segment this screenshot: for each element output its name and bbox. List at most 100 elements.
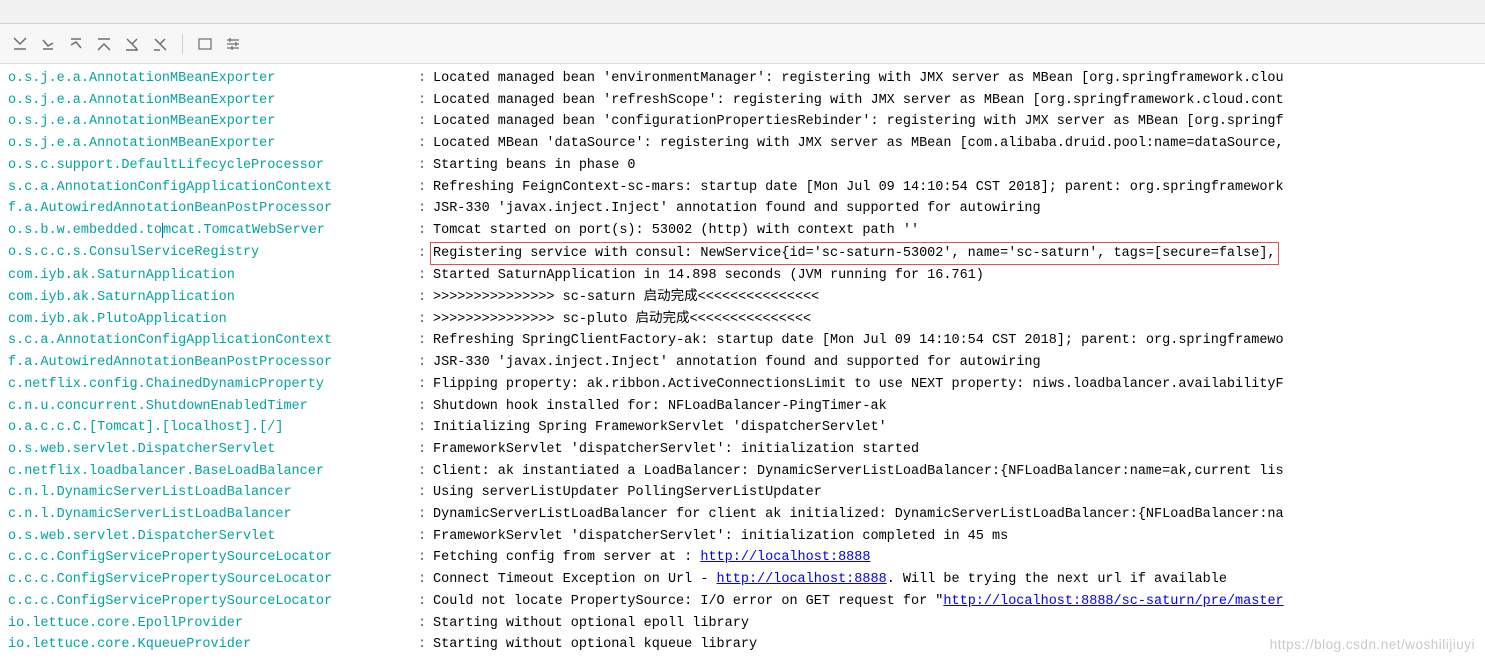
scroll-up-left-icon[interactable] bbox=[66, 34, 86, 54]
logger-name: c.netflix.loadbalancer.BaseLoadBalancer bbox=[8, 461, 418, 483]
separator: : bbox=[418, 220, 433, 242]
separator: : bbox=[418, 111, 433, 133]
logger-name: s.c.a.AnnotationConfigApplicationContext bbox=[8, 330, 418, 352]
separator: : bbox=[418, 198, 433, 220]
separator: : bbox=[418, 396, 433, 418]
log-message: Started SaturnApplication in 14.898 seco… bbox=[433, 268, 984, 283]
log-row: o.s.web.servlet.DispatcherServlet:Framew… bbox=[8, 526, 1477, 548]
separator: : bbox=[418, 177, 433, 199]
log-message: >>>>>>>>>>>>>>> sc-saturn 启动完成<<<<<<<<<<… bbox=[433, 290, 819, 305]
logger-name: o.s.j.e.a.AnnotationMBeanExporter bbox=[8, 68, 418, 90]
url-link[interactable]: http://localhost:8888 bbox=[717, 572, 887, 587]
separator: : bbox=[418, 569, 433, 591]
separator: : bbox=[418, 504, 433, 526]
logger-name: c.n.u.concurrent.ShutdownEnabledTimer bbox=[8, 396, 418, 418]
separator: : bbox=[418, 461, 433, 483]
log-row: o.s.j.e.a.AnnotationMBeanExporter:Locate… bbox=[8, 90, 1477, 112]
log-message: Client: ak instantiated a LoadBalancer: … bbox=[433, 464, 1284, 479]
logger-name: f.a.AutowiredAnnotationBeanPostProcessor bbox=[8, 352, 418, 374]
scroll-to-end-icon[interactable] bbox=[10, 34, 30, 54]
logger-name: o.s.b.w.embedded.tomcat.TomcatWebServer bbox=[8, 220, 418, 242]
logger-name: com.iyb.ak.SaturnApplication bbox=[8, 287, 418, 309]
log-message: Initializing Spring FrameworkServlet 'di… bbox=[433, 420, 887, 435]
log-message: Located MBean 'dataSource': registering … bbox=[433, 136, 1284, 151]
scroll-to-top-icon[interactable] bbox=[94, 34, 114, 54]
log-row: f.a.AutowiredAnnotationBeanPostProcessor… bbox=[8, 352, 1477, 374]
log-message: Connect Timeout Exception on Url - http:… bbox=[433, 572, 1227, 587]
separator: : bbox=[418, 68, 433, 90]
log-row: io.lettuce.core.EpollProvider:Starting w… bbox=[8, 613, 1477, 635]
watermark: https://blog.csdn.net/woshilijiuyi bbox=[1270, 634, 1475, 656]
separator: : bbox=[418, 330, 433, 352]
log-row: io.lettuce.core.KqueueProvider:Starting … bbox=[8, 634, 1477, 656]
log-row: com.iyb.ak.PlutoApplication:>>>>>>>>>>>>… bbox=[8, 309, 1477, 331]
toolbar-separator bbox=[182, 34, 183, 54]
log-message: Using serverListUpdater PollingServerLis… bbox=[433, 485, 822, 500]
separator: : bbox=[418, 591, 433, 613]
logger-name: io.lettuce.core.EpollProvider bbox=[8, 613, 418, 635]
separator: : bbox=[418, 287, 433, 309]
logger-name: s.c.a.AnnotationConfigApplicationContext bbox=[8, 177, 418, 199]
logger-name: o.s.web.servlet.DispatcherServlet bbox=[8, 439, 418, 461]
logger-name: c.netflix.config.ChainedDynamicProperty bbox=[8, 374, 418, 396]
settings-icon[interactable] bbox=[223, 34, 243, 54]
separator: : bbox=[418, 155, 433, 177]
logger-name: c.c.c.ConfigServicePropertySourceLocator bbox=[8, 547, 418, 569]
scroll-down-icon[interactable] bbox=[38, 34, 58, 54]
log-row: o.s.j.e.a.AnnotationMBeanExporter:Locate… bbox=[8, 68, 1477, 90]
logger-name: io.lettuce.core.KqueueProvider bbox=[8, 634, 418, 656]
separator: : bbox=[418, 482, 433, 504]
clear-icon[interactable] bbox=[122, 34, 142, 54]
soft-wrap-icon[interactable] bbox=[195, 34, 215, 54]
separator: : bbox=[418, 613, 433, 635]
url-link[interactable]: http://localhost:8888/sc-saturn/pre/mast… bbox=[943, 594, 1283, 609]
separator: : bbox=[418, 374, 433, 396]
log-row: c.netflix.loadbalancer.BaseLoadBalancer:… bbox=[8, 461, 1477, 483]
logger-name: o.s.c.support.DefaultLifecycleProcessor bbox=[8, 155, 418, 177]
log-message: Starting without optional epoll library bbox=[433, 616, 749, 631]
log-row: o.s.b.w.embedded.tomcat.TomcatWebServer:… bbox=[8, 220, 1477, 242]
log-row: f.a.AutowiredAnnotationBeanPostProcessor… bbox=[8, 198, 1477, 220]
separator: : bbox=[418, 309, 433, 331]
log-message: Located managed bean 'configurationPrope… bbox=[433, 114, 1284, 129]
log-row: o.s.c.c.s.ConsulServiceRegistry:Register… bbox=[8, 242, 1477, 266]
log-row: com.iyb.ak.SaturnApplication:Started Sat… bbox=[8, 265, 1477, 287]
logger-name: c.c.c.ConfigServicePropertySourceLocator bbox=[8, 591, 418, 613]
log-row: com.iyb.ak.SaturnApplication:>>>>>>>>>>>… bbox=[8, 287, 1477, 309]
log-row: c.n.u.concurrent.ShutdownEnabledTimer:Sh… bbox=[8, 396, 1477, 418]
log-message: FrameworkServlet 'dispatcherServlet': in… bbox=[433, 529, 1008, 544]
log-row: c.c.c.ConfigServicePropertySourceLocator… bbox=[8, 569, 1477, 591]
log-row: o.s.j.e.a.AnnotationMBeanExporter:Locate… bbox=[8, 111, 1477, 133]
logger-name: com.iyb.ak.PlutoApplication bbox=[8, 309, 418, 331]
log-message: Tomcat started on port(s): 53002 (http) … bbox=[433, 223, 919, 238]
separator: : bbox=[418, 133, 433, 155]
log-message: >>>>>>>>>>>>>>> sc-pluto 启动完成<<<<<<<<<<<… bbox=[433, 312, 811, 327]
log-message: Refreshing SpringClientFactory-ak: start… bbox=[433, 333, 1284, 348]
console-output[interactable]: o.s.j.e.a.AnnotationMBeanExporter:Locate… bbox=[0, 64, 1485, 660]
log-message: Could not locate PropertySource: I/O err… bbox=[433, 594, 1284, 609]
logger-name: o.s.c.c.s.ConsulServiceRegistry bbox=[8, 242, 418, 264]
tabs-bar bbox=[0, 0, 1485, 24]
log-row: c.c.c.ConfigServicePropertySourceLocator… bbox=[8, 591, 1477, 613]
log-row: o.s.c.support.DefaultLifecycleProcessor:… bbox=[8, 155, 1477, 177]
log-message: Shutdown hook installed for: NFLoadBalan… bbox=[433, 399, 887, 414]
log-message: DynamicServerListLoadBalancer for client… bbox=[433, 507, 1284, 522]
logger-name: c.c.c.ConfigServicePropertySourceLocator bbox=[8, 569, 418, 591]
log-message: Fetching config from server at : http://… bbox=[433, 550, 870, 565]
export-icon[interactable] bbox=[150, 34, 170, 54]
logger-name: o.s.j.e.a.AnnotationMBeanExporter bbox=[8, 90, 418, 112]
separator: : bbox=[418, 90, 433, 112]
logger-name: c.n.l.DynamicServerListLoadBalancer bbox=[8, 482, 418, 504]
separator: : bbox=[418, 634, 433, 656]
separator: : bbox=[418, 417, 433, 439]
log-row: c.netflix.config.ChainedDynamicProperty:… bbox=[8, 374, 1477, 396]
separator: : bbox=[418, 352, 433, 374]
log-message: Starting beans in phase 0 bbox=[433, 158, 636, 173]
log-message: JSR-330 'javax.inject.Inject' annotation… bbox=[433, 201, 1041, 216]
separator: : bbox=[418, 265, 433, 287]
log-message: Registering service with consul: NewServ… bbox=[430, 242, 1279, 266]
url-link[interactable]: http://localhost:8888 bbox=[700, 550, 870, 565]
logger-name: com.iyb.ak.SaturnApplication bbox=[8, 265, 418, 287]
log-message: Located managed bean 'environmentManager… bbox=[433, 71, 1284, 86]
logger-name: f.a.AutowiredAnnotationBeanPostProcessor bbox=[8, 198, 418, 220]
